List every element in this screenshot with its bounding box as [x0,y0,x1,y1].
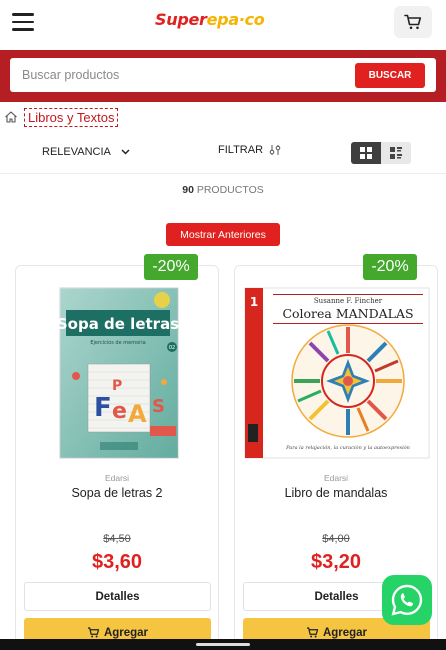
results-count: 90 PRODUCTOS [0,184,446,196]
discount-badge: -20% [144,254,198,280]
svg-text:S: S [152,396,165,417]
cover-title: Sopa de letras [57,315,179,333]
svg-text:e: e [112,399,127,424]
cart-button[interactable] [394,6,432,38]
search-input[interactable] [22,58,342,92]
toolbar-divider [0,173,446,174]
search-bar: BUSCAR [0,50,446,102]
hamburger-icon[interactable] [12,13,34,33]
cover-title: Colorea MANDALAS [282,306,413,321]
product-price: $3,60 [91,551,143,573]
home-gesture-pill[interactable] [196,643,250,646]
breadcrumb: Libros y Textos [4,107,119,127]
product-brand: Edarsi [104,473,130,483]
results-count-number: 90 [182,184,194,196]
cover-author: Susanne F. Fincher [314,297,383,305]
product-old-price: $4,00 [322,533,350,545]
cart-icon [404,14,422,30]
search-box: BUSCAR [10,58,436,92]
cover-tagline: Para la relajación, la curación y la aut… [285,444,410,451]
add-to-cart-label: Agregar [103,626,149,639]
add-to-cart-label: Agregar [322,626,368,639]
list-view-icon [390,147,402,159]
svg-text:A: A [128,400,147,428]
product-name[interactable]: Libro de mandalas [235,486,437,500]
filter-icon [269,145,281,155]
product-price: $3,20 [310,551,362,573]
whatsapp-icon [391,584,423,616]
top-header: Superepa·co [0,0,446,50]
filter-label: FILTRAR [218,144,264,156]
cover-spine: 1 [250,295,258,309]
chevron-down-icon [121,149,130,155]
details-button[interactable]: Detalles [24,582,211,611]
cover-badge: 02 [169,345,175,351]
discount-badge: -20% [363,254,417,280]
cart-icon [87,627,100,638]
grid-view-icon [360,147,372,159]
search-button[interactable]: BUSCAR [355,63,425,88]
sort-dropdown[interactable]: RELEVANCIA [42,146,130,158]
home-icon[interactable] [4,110,18,124]
product-brand: Edarsi [323,473,349,483]
results-count-label: PRODUCTOS [196,184,264,196]
product-image[interactable]: 1 Susanne F. Fincher Colorea MANDALAS Pa… [243,284,431,462]
show-previous-button[interactable]: Mostrar Anteriores [166,223,280,246]
cover-subtitle: Ejercicios de memoria [90,340,145,346]
list-view-button[interactable] [381,142,411,164]
product-old-price: $4,50 [103,533,131,545]
page: Superepa·co BUSCAR Libros y Textos RELEV… [0,0,446,650]
svg-text:P: P [112,378,122,394]
listing-toolbar: RELEVANCIA FILTRAR [0,140,446,170]
breadcrumb-current[interactable]: Libros y Textos [24,107,119,127]
svg-text:F: F [94,393,112,423]
filter-button[interactable]: FILTRAR [218,144,282,156]
product-image[interactable]: Sopa de letras Ejercicios de memoria 02 … [24,284,212,462]
site-logo[interactable]: Superepa·co [155,10,265,29]
whatsapp-button[interactable] [382,575,432,625]
cart-icon [306,627,319,638]
view-toggle [351,142,411,164]
product-name[interactable]: Sopa de letras 2 [16,486,218,500]
product-card[interactable]: -20% Sopa de letras Ejercicios de memori… [15,254,219,650]
grid-view-button[interactable] [351,142,381,164]
sort-label: RELEVANCIA [42,146,111,158]
